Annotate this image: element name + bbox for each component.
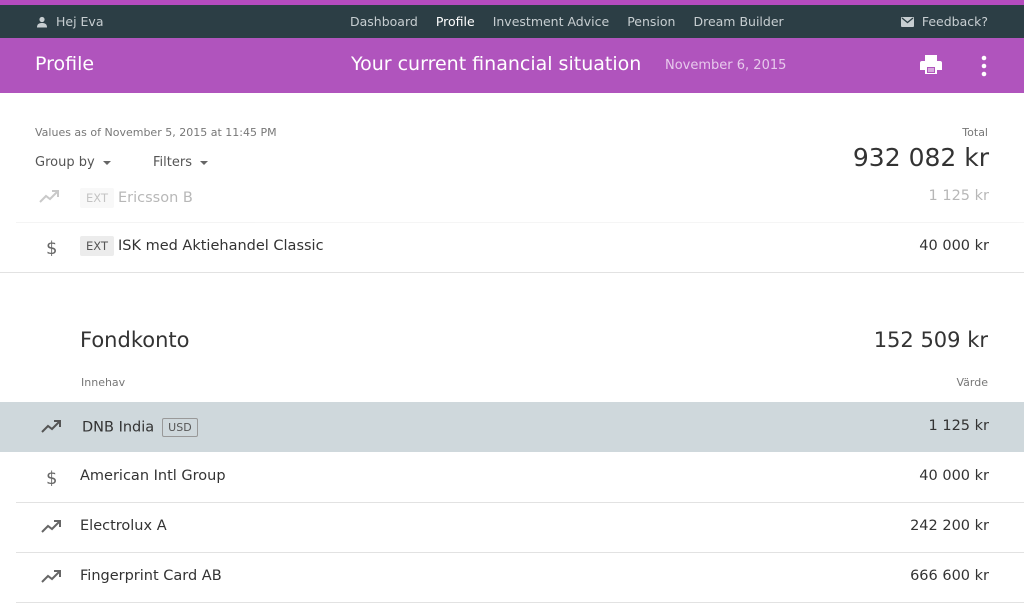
column-header-holdings: Innehav [81,376,126,389]
filters-dropdown[interactable]: Filters [153,155,208,170]
trend-up-icon [41,570,61,583]
svg-text:$: $ [46,468,57,486]
feedback-link[interactable]: Feedback? [900,14,988,29]
ext-tag: EXT [80,188,114,208]
page-header: Profile Your current financial situation… [0,38,1024,93]
holding-name: EXT Ericsson B [80,188,193,208]
holding-value: 40 000 kr [919,238,989,254]
holding-value: 40 000 kr [919,468,989,484]
holding-name: Fingerprint Card AB [80,568,222,584]
holding-value: 1 125 kr [928,188,989,204]
filters-label: Filters [153,155,192,170]
user-greeting[interactable]: Hej Eva [36,14,104,29]
list-item[interactable]: $ EXT ISK med Aktiehandel Classic 40 000 … [0,222,1024,273]
person-icon [37,16,47,27]
total-label: Total [962,126,988,139]
holding-name-text: Ericsson B [117,190,193,206]
trend-up-icon [39,190,59,203]
page-title: Your current financial situation [351,53,642,75]
holding-value: 1 125 kr [928,418,989,434]
caret-down-icon [199,160,208,165]
nav-dream-builder[interactable]: Dream Builder [693,14,783,29]
group-by-dropdown[interactable]: Group by [35,155,111,170]
nav-dashboard[interactable]: Dashboard [350,14,418,29]
holding-name: Electrolux A [80,518,167,534]
page-date: November 6, 2015 [665,58,787,73]
holding-value: 666 600 kr [910,568,989,584]
nav-investment-advice[interactable]: Investment Advice [493,14,609,29]
dollar-icon: $ [46,238,57,256]
more-options-icon[interactable] [978,55,990,77]
main-nav: Dashboard Profile Investment Advice Pens… [350,14,784,29]
holding-name: EXT ISK med Aktiehandel Classic [80,236,324,256]
column-header-value: Värde [956,376,989,389]
table-row[interactable]: Electrolux A 242 200 kr [16,502,1024,553]
nav-pension[interactable]: Pension [627,14,675,29]
table-row[interactable]: DNB India USD 1 125 kr [0,402,1024,452]
print-icon[interactable] [919,53,943,77]
feedback-label: Feedback? [921,14,988,29]
holding-name-text: DNB India [82,419,155,436]
group-by-label: Group by [35,155,95,170]
holding-value: 242 200 kr [910,518,989,534]
page-name: Profile [35,53,95,75]
nav-profile[interactable]: Profile [436,14,475,29]
total-value: 932 082 kr [852,143,989,172]
values-as-of: Values as of November 5, 2015 at 11:45 P… [35,126,277,139]
ext-tag: EXT [80,236,114,256]
account-group-title: Fondkonto [80,328,190,352]
currency-badge: USD [162,418,198,437]
table-row[interactable]: Fingerprint Card AB 666 600 kr [16,552,1024,603]
holding-name-text: ISK med Aktiehandel Classic [117,238,324,254]
trend-up-icon [41,520,61,533]
trend-up-icon [41,420,61,433]
holding-name: American Intl Group [80,468,226,484]
summary-panel: Values as of November 5, 2015 at 11:45 P… [0,93,1024,185]
caret-down-icon [102,160,111,165]
svg-text:$: $ [46,238,57,256]
account-group-value: 152 509 kr [873,328,988,352]
table-row[interactable]: $ American Intl Group 40 000 kr [16,452,1024,503]
holding-name: DNB India USD [82,418,198,437]
top-navigation-bar: Hej Eva Dashboard Profile Investment Adv… [0,5,1024,38]
greeting-text: Hej Eva [56,14,104,29]
dollar-icon: $ [46,468,57,486]
mail-icon [900,16,914,27]
